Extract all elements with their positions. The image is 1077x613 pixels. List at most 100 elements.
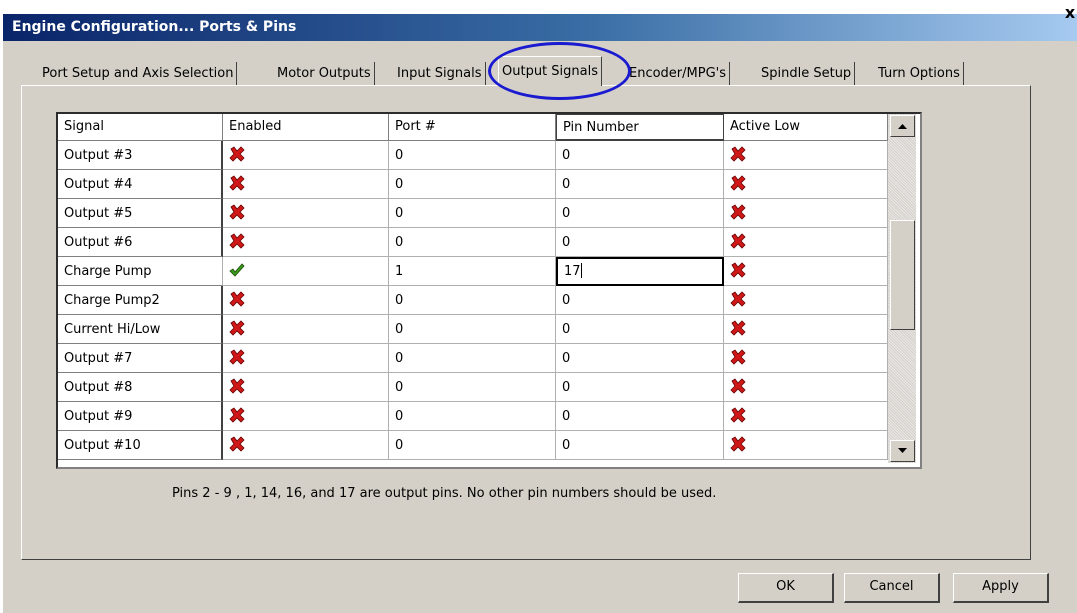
pin-number-cell[interactable]: 0 — [556, 141, 724, 170]
x-mark-icon — [730, 377, 746, 395]
active-low-cell[interactable] — [724, 228, 888, 257]
active-low-cell[interactable] — [724, 141, 888, 170]
table-row[interactable]: Output #6 0 0 — [58, 228, 888, 257]
port-cell[interactable]: 0 — [389, 170, 556, 199]
table-row[interactable]: Output #9 0 0 — [58, 402, 888, 431]
cancel-button[interactable]: Cancel — [844, 573, 940, 603]
pin-number-value: 17 — [564, 264, 581, 279]
table-row[interactable]: Output #8 0 0 — [58, 373, 888, 402]
signal-cell: Output #3 — [58, 141, 223, 170]
active-low-cell[interactable] — [724, 257, 888, 286]
port-cell[interactable]: 0 — [389, 402, 556, 431]
pin-number-cell[interactable]: 0 — [556, 344, 724, 373]
table-row[interactable]: Output #10 0 0 — [58, 431, 888, 460]
text-caret — [580, 262, 582, 278]
x-mark-icon — [730, 406, 746, 424]
enabled-cell[interactable] — [223, 199, 389, 228]
active-low-cell[interactable] — [724, 344, 888, 373]
apply-button[interactable]: Apply — [953, 573, 1049, 603]
enabled-cell[interactable] — [223, 344, 389, 373]
header-active-low[interactable]: Active Low — [724, 114, 888, 141]
scroll-down-button[interactable] — [890, 440, 915, 462]
table-row[interactable]: Charge Pump2 0 0 — [58, 286, 888, 315]
active-low-cell[interactable] — [724, 315, 888, 344]
pin-number-value: 0 — [562, 206, 571, 221]
port-cell[interactable]: 0 — [389, 431, 556, 460]
table-row[interactable]: Output #4 0 0 — [58, 170, 888, 199]
enabled-cell[interactable] — [223, 286, 389, 315]
pin-number-cell[interactable]: 0 — [556, 373, 724, 402]
pin-number-cell[interactable]: 17 — [556, 257, 724, 286]
pin-number-cell[interactable]: 0 — [556, 315, 724, 344]
pin-number-cell[interactable]: 0 — [556, 431, 724, 460]
port-cell[interactable]: 0 — [389, 199, 556, 228]
enabled-cell[interactable] — [223, 315, 389, 344]
x-mark-icon — [730, 348, 746, 366]
x-mark-icon — [229, 435, 245, 453]
tab-turn-options[interactable]: Turn Options — [875, 62, 964, 86]
pin-number-cell[interactable]: 0 — [556, 286, 724, 315]
signal-cell: Output #6 — [58, 228, 223, 257]
table-row[interactable]: Output #5 0 0 — [58, 199, 888, 228]
pin-number-value: 0 — [562, 438, 571, 453]
header-enabled[interactable]: Enabled — [223, 114, 389, 141]
scroll-thumb[interactable] — [890, 220, 915, 330]
tab-input-signals[interactable]: Input Signals — [394, 62, 486, 86]
enabled-cell[interactable] — [223, 170, 389, 199]
port-cell[interactable]: 0 — [389, 344, 556, 373]
tab-port-setup[interactable]: Port Setup and Axis Selection — [39, 62, 238, 86]
active-low-cell[interactable] — [724, 199, 888, 228]
enabled-cell[interactable] — [223, 373, 389, 402]
highlight-circle — [488, 42, 631, 100]
enabled-cell[interactable] — [223, 141, 389, 170]
enabled-cell[interactable] — [223, 257, 389, 286]
pin-number-cell[interactable]: 0 — [556, 228, 724, 257]
close-button[interactable]: x — [1063, 4, 1077, 22]
active-low-cell[interactable] — [724, 170, 888, 199]
port-cell[interactable]: 0 — [389, 141, 556, 170]
port-cell[interactable]: 0 — [389, 286, 556, 315]
pin-number-cell[interactable]: 0 — [556, 170, 724, 199]
x-mark-icon — [229, 348, 245, 366]
table-row[interactable]: Charge Pump 1 17 — [58, 257, 888, 286]
scroll-up-button[interactable] — [890, 115, 915, 137]
table-row[interactable]: Output #7 0 0 — [58, 344, 888, 373]
x-mark-icon — [229, 319, 245, 337]
x-mark-icon — [229, 290, 245, 308]
tab-spindle-setup[interactable]: Spindle Setup — [758, 62, 856, 86]
table-row[interactable]: Output #3 0 0 — [58, 141, 888, 170]
port-cell[interactable]: 0 — [389, 315, 556, 344]
pin-number-cell[interactable]: 0 — [556, 199, 724, 228]
active-low-cell[interactable] — [724, 402, 888, 431]
header-pin-number[interactable]: Pin Number — [556, 114, 724, 141]
port-cell[interactable]: 0 — [389, 373, 556, 402]
signal-cell: Output #7 — [58, 344, 223, 373]
active-low-cell[interactable] — [724, 373, 888, 402]
vertical-scrollbar[interactable] — [888, 114, 916, 463]
x-mark-icon — [730, 319, 746, 337]
title-bar: Engine Configuration... Ports & Pins — [3, 14, 1077, 41]
header-port[interactable]: Port # — [389, 114, 556, 141]
tab-motor-outputs[interactable]: Motor Outputs — [274, 62, 375, 86]
output-pins-hint: Pins 2 - 9 , 1, 14, 16, and 17 are outpu… — [172, 486, 717, 501]
x-mark-icon — [229, 145, 245, 163]
checkmark-icon — [229, 262, 245, 279]
pin-number-value: 0 — [562, 148, 571, 163]
ok-button[interactable]: OK — [738, 573, 834, 603]
pin-number-cell[interactable]: 0 — [556, 402, 724, 431]
active-low-cell[interactable] — [724, 431, 888, 460]
active-low-cell[interactable] — [724, 286, 888, 315]
x-mark-icon — [229, 174, 245, 192]
header-signal[interactable]: Signal — [58, 114, 223, 141]
pin-number-value: 0 — [562, 351, 571, 366]
signal-cell: Output #4 — [58, 170, 223, 199]
signal-cell: Output #9 — [58, 402, 223, 431]
x-mark-icon — [730, 232, 746, 250]
tab-encoder-mpg[interactable]: Encoder/MPG's — [626, 62, 731, 86]
port-cell[interactable]: 1 — [389, 257, 556, 286]
enabled-cell[interactable] — [223, 228, 389, 257]
enabled-cell[interactable] — [223, 431, 389, 460]
enabled-cell[interactable] — [223, 402, 389, 431]
table-row[interactable]: Current Hi/Low 0 0 — [58, 315, 888, 344]
port-cell[interactable]: 0 — [389, 228, 556, 257]
